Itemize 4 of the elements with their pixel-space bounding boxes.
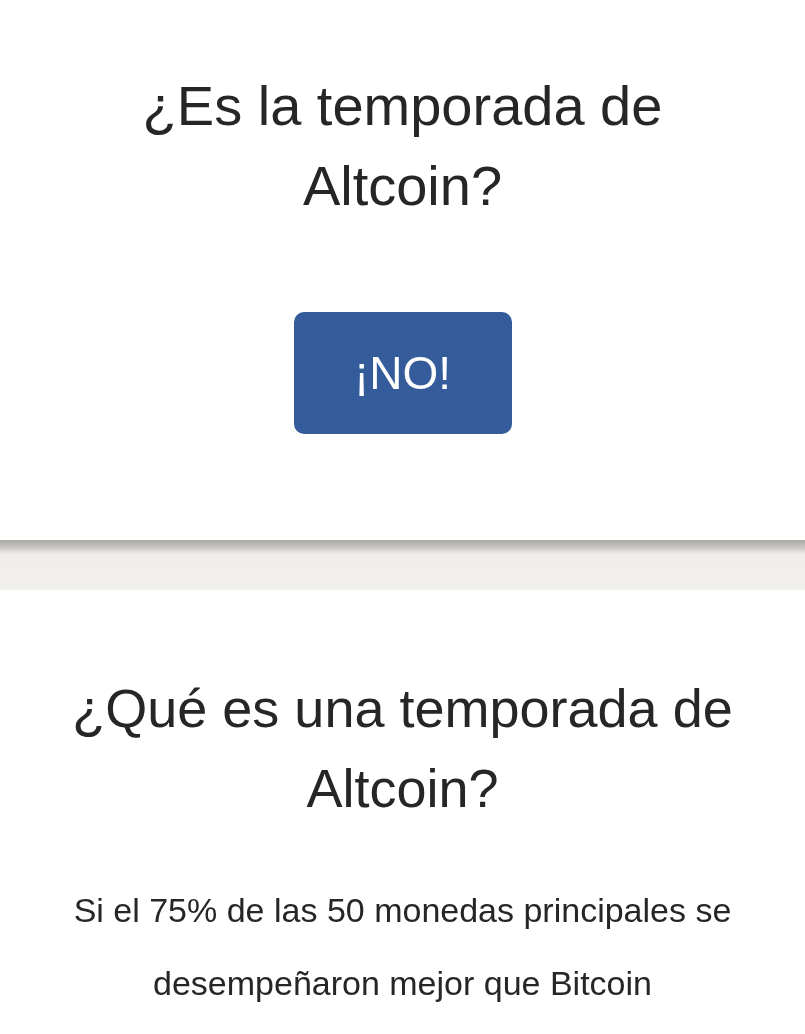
description-text: Si el 75% de las 50 monedas principales se desempeñaron mejor que Bitcoin (72, 890, 733, 1004)
answer-label: ¡NO! (293, 312, 512, 434)
page-title: ¿Es la temporada de Altcoin? (141, 73, 664, 219)
section-heading: ¿Qué es una temporada de Altcoin? (71, 677, 734, 820)
